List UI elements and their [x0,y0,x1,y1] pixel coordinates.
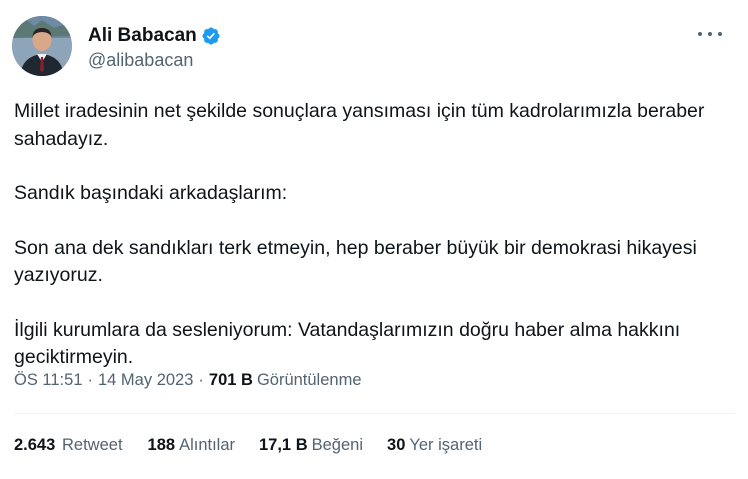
views-count: 701 B [208,371,253,389]
quotes-count: 188 [147,436,176,454]
more-dot [718,32,722,36]
tweet-time[interactable]: ÖS 11:51 [14,371,83,390]
quotes-stat[interactable]: 188 Alıntılar [148,436,235,455]
tweet-meta: ÖS 11:51 · 14 May 2023 · 701 B Görüntüle… [14,371,362,390]
author-handle[interactable]: @alibabacan [88,50,221,71]
meta-separator: · [198,371,204,389]
tweet-header: Ali Babacan @alibabacan [12,16,221,76]
more-options-icon[interactable] [698,24,722,44]
quotes-label: Alıntılar [179,436,235,454]
bookmarks-count: 30 [387,436,406,454]
bookmarks-stat[interactable]: 30 Yer işareti [387,436,482,455]
likes-label: Beğeni [311,436,364,454]
views-label: Görüntülenme [256,371,362,389]
name-row: Ali Babacan [88,25,221,47]
likes-count: 17,1 B [259,436,308,454]
author-display-name[interactable]: Ali Babacan [88,25,197,47]
engagement-stats: 2.643 Retweet 188 Alıntılar 17,1 B Beğen… [14,436,482,455]
verified-badge-icon[interactable] [201,26,221,46]
divider [14,413,734,414]
tweet-card: Ali Babacan @alibabacan Millet iradesini… [0,0,748,479]
likes-stat[interactable]: 17,1 B Beğeni [259,436,363,455]
tweet-text: Millet iradesinin net şekilde sonuçlara … [14,98,734,372]
more-dot [698,32,702,36]
tweet-paragraph: Sandık başındaki arkadaşlarım: [14,182,288,204]
avatar[interactable] [12,16,72,76]
retweets-count: 2.643 [14,436,56,454]
tweet-paragraph: Millet iradesinin net şekilde sonuçlara … [14,100,705,150]
more-dot [708,32,712,36]
bookmarks-label: Yer işareti [409,436,483,454]
retweets-label: Retweet [62,436,123,454]
author-names: Ali Babacan @alibabacan [88,16,221,71]
tweet-paragraph: İlgili kurumlara da sesleniyorum: Vatand… [14,318,681,369]
meta-separator: · [87,371,94,389]
tweet-paragraph: Son ana dek sandıkları terk etmeyin, hep… [14,236,697,287]
tweet-date[interactable]: 14 May 2023 [98,371,193,390]
retweets-stat[interactable]: 2.643 Retweet [14,436,123,455]
